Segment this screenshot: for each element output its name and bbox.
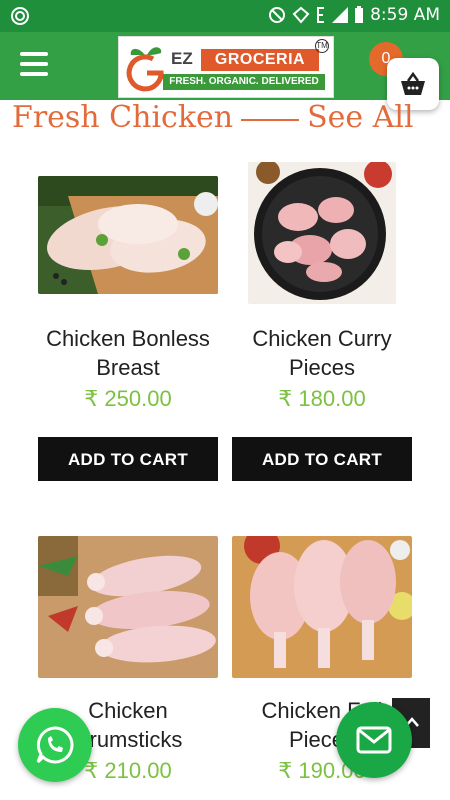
signal-e-icon (317, 7, 325, 23)
product-image[interactable] (38, 536, 218, 678)
product-price: ₹ 180.00 (278, 386, 366, 411)
product-image[interactable] (248, 162, 396, 304)
product-image[interactable] (232, 536, 412, 678)
logo-trademark: TM (315, 39, 329, 53)
logo-ez-text: EZ (171, 49, 193, 68)
battery-icon (355, 6, 364, 23)
contact-mail-button[interactable] (336, 702, 412, 778)
section-heading: Fresh Chicken See All (12, 100, 414, 135)
status-bar: 8:59 AM (0, 0, 450, 32)
site-logo[interactable]: EZ GROCERIA FRESH. ORGANIC. DELIVERED TM (118, 36, 334, 98)
do-not-disturb-icon (269, 7, 286, 23)
whatsapp-chat-button[interactable] (18, 708, 92, 782)
title-divider (241, 119, 300, 121)
cell-signal-icon (332, 7, 349, 23)
product-card: Chicken Bonless Breast ₹ 250.00 ADD TO C… (38, 162, 218, 492)
product-card: Chicken Curry Pieces ₹ 180.00 ADD TO CAR… (232, 162, 412, 492)
add-to-cart-button[interactable]: ADD TO CART (38, 437, 218, 481)
hamburger-menu-icon[interactable] (20, 52, 48, 76)
basket-icon (401, 72, 425, 95)
logo-tagline: FRESH. ORGANIC. DELIVERED (163, 74, 325, 90)
product-image[interactable] (38, 176, 218, 294)
app-notification-icon (11, 7, 29, 25)
whatsapp-icon (36, 726, 74, 764)
section-title: Fresh Chicken (12, 100, 234, 135)
logo-groceria-text: GROCERIA (201, 49, 319, 71)
wifi-diamond-icon (292, 6, 310, 24)
product-name[interactable]: Chicken Bonless Breast (32, 324, 224, 382)
product-price: ₹ 250.00 (84, 386, 172, 411)
mail-icon (356, 726, 392, 754)
add-to-cart-button[interactable]: ADD TO CART (232, 437, 412, 481)
status-time: 8:59 AM (370, 5, 440, 25)
see-all-link[interactable]: See All (307, 100, 413, 135)
product-name[interactable]: Chicken Curry Pieces (226, 324, 418, 382)
